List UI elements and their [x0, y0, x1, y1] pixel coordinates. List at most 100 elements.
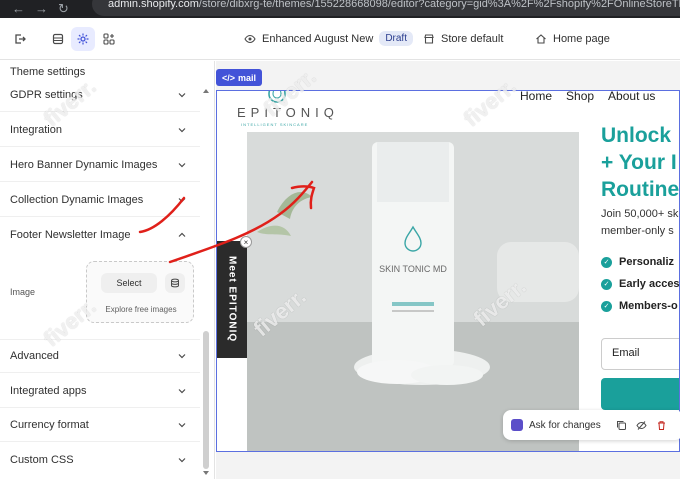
image-picker: Select Explore free images	[86, 261, 194, 323]
image-library-button[interactable]	[165, 273, 185, 293]
chevron-down-icon	[178, 354, 186, 359]
apps-icon[interactable]	[97, 27, 121, 51]
draft-badge: Draft	[379, 31, 413, 46]
section-advanced[interactable]: Advanced	[0, 339, 200, 373]
editor-topbar: Enhanced August New Draft Store default …	[0, 18, 680, 60]
delete-icon[interactable]	[655, 418, 669, 432]
section-hero-banner-dynamic-images[interactable]: Hero Banner Dynamic Images	[0, 148, 200, 182]
section-integrated-apps[interactable]: Integrated apps	[0, 374, 200, 408]
theme-preview: </> mail EPITONIQ INTELLIGENT SKINCARE H…	[216, 61, 680, 479]
check-icon: ✓	[601, 256, 612, 268]
image-field-label: Image	[10, 287, 36, 297]
section-tag-label: mail	[238, 72, 257, 83]
store-logo[interactable]: EPITONIQ INTELLIGENT SKINCARE	[227, 91, 334, 129]
section-custom-css[interactable]: Custom CSS	[0, 443, 200, 477]
nav-link-about[interactable]: About us	[608, 91, 655, 103]
theme-selector[interactable]: Enhanced August New Draft	[244, 31, 413, 46]
sidekick-icon	[511, 419, 523, 431]
page-selector[interactable]: Home page	[535, 33, 610, 45]
select-image-button[interactable]: Select	[101, 273, 157, 293]
benefit-label: Early acces	[619, 278, 680, 290]
eye-icon	[244, 34, 256, 43]
benefit-label: Personaliz	[619, 256, 675, 268]
url-path: /store/dibxrg-te/themes/155228668098/edi…	[198, 0, 680, 10]
nav-link-shop[interactable]: Shop	[566, 91, 594, 103]
product-brand-text: SKIN TONIC MD	[379, 264, 447, 274]
storefront-frame: EPITONIQ INTELLIGENT SKINCARE Home Shop …	[216, 90, 680, 452]
store-icon	[424, 33, 434, 44]
section-label: Currency format	[10, 418, 89, 431]
chevron-down-icon	[178, 162, 186, 167]
reload-icon[interactable]: ↻	[58, 2, 69, 15]
check-icon: ✓	[601, 300, 612, 312]
explore-free-images-link[interactable]: Explore free images	[87, 305, 195, 314]
check-icon: ✓	[601, 278, 612, 290]
page-label: Home page	[553, 32, 610, 45]
section-label: Custom CSS	[10, 454, 74, 466]
benefit-item: ✓ Members-o	[601, 300, 678, 312]
browser-toolbar: ← → ↻ admin.shopify.com/store/dibxrg-te/…	[0, 0, 680, 18]
section-tag[interactable]: </> mail	[216, 69, 263, 86]
ask-for-changes-button[interactable]: Ask for changes	[529, 420, 601, 431]
store-label: Store default	[441, 32, 504, 45]
hero-heading-line-1: Unlock	[601, 124, 672, 147]
scroll-down-icon[interactable]	[202, 470, 210, 476]
store-nav: Home Shop About us	[520, 91, 655, 103]
section-label: Footer Newsletter Image	[10, 229, 131, 241]
section-currency-format[interactable]: Currency format	[0, 408, 200, 442]
address-bar[interactable]: admin.shopify.com/store/dibxrg-te/themes…	[92, 0, 680, 16]
sections-icon[interactable]	[46, 27, 70, 51]
benefit-item: ✓ Early acces	[601, 278, 680, 290]
section-label: GDPR settings	[10, 88, 83, 101]
chevron-up-icon	[178, 232, 186, 237]
duplicate-icon[interactable]	[615, 418, 629, 432]
home-icon	[536, 33, 546, 44]
hero-heading-line-3: Routine	[601, 178, 680, 201]
meet-brand-tab[interactable]: Meet EPITONIQ	[217, 241, 247, 358]
database-icon	[171, 278, 179, 288]
chevron-down-icon	[178, 458, 186, 463]
chevron-down-icon	[178, 422, 186, 427]
chevron-down-icon	[178, 92, 186, 97]
scroll-up-icon[interactable]	[202, 88, 210, 94]
hero-content: Unlock + Your I Routine Join 50,000+ sk …	[579, 124, 680, 451]
back-icon[interactable]: ←	[12, 2, 25, 15]
sidebar-title: Theme settings	[10, 66, 86, 78]
hero-product-image: SKIN TONIC MD	[247, 132, 579, 451]
section-label: Integrated apps	[10, 384, 87, 397]
forward-icon[interactable]: →	[35, 2, 48, 15]
chevron-down-icon	[178, 197, 186, 202]
exit-icon[interactable]	[8, 27, 32, 51]
theme-settings-icon[interactable]	[71, 26, 95, 51]
section-footer-newsletter-image[interactable]: Footer Newsletter Image	[0, 218, 200, 252]
logo-wordmark: EPITONIQ	[237, 105, 339, 120]
sidebar-scrollbar[interactable]	[203, 331, 209, 469]
theme-settings-sidebar: Theme settings GDPR settings Integration…	[0, 61, 215, 479]
theme-name: Enhanced August New	[262, 32, 374, 45]
benefit-item: ✓ Personaliz	[601, 256, 674, 268]
side-tab-label: Meet EPITONIQ	[226, 256, 238, 343]
hero-text: Join 50,000+ sk member-only s	[601, 206, 678, 240]
hide-icon[interactable]	[635, 418, 649, 432]
code-icon: </>	[222, 72, 236, 83]
section-label: Collection Dynamic Images	[10, 193, 144, 206]
hero-text-line-2: member-only s	[601, 225, 674, 237]
hero-text-line-1: Join 50,000+ sk	[601, 208, 679, 220]
hero-heading: Unlock + Your I Routine	[601, 122, 679, 203]
signup-button[interactable]	[601, 378, 679, 410]
product-bottle-photo: SKIN TONIC MD	[247, 132, 579, 451]
section-label: Advanced	[10, 350, 59, 362]
close-icon[interactable]: ×	[240, 236, 252, 248]
chevron-down-icon	[178, 388, 186, 393]
hero-heading-line-2: + Your I	[601, 151, 677, 174]
section-collection-dynamic-images[interactable]: Collection Dynamic Images	[0, 183, 200, 217]
email-field[interactable]: Email	[601, 338, 679, 370]
section-integration[interactable]: Integration	[0, 113, 200, 147]
store-selector[interactable]: Store default	[423, 33, 503, 45]
section-label: Hero Banner Dynamic Images	[10, 158, 158, 171]
chevron-down-icon	[178, 127, 186, 132]
section-gdpr-settings[interactable]: GDPR settings	[0, 78, 200, 112]
logo-tagline: INTELLIGENT SKINCARE	[241, 122, 309, 127]
url-host: admin.shopify.com	[108, 0, 199, 10]
nav-link-home[interactable]: Home	[520, 91, 552, 103]
